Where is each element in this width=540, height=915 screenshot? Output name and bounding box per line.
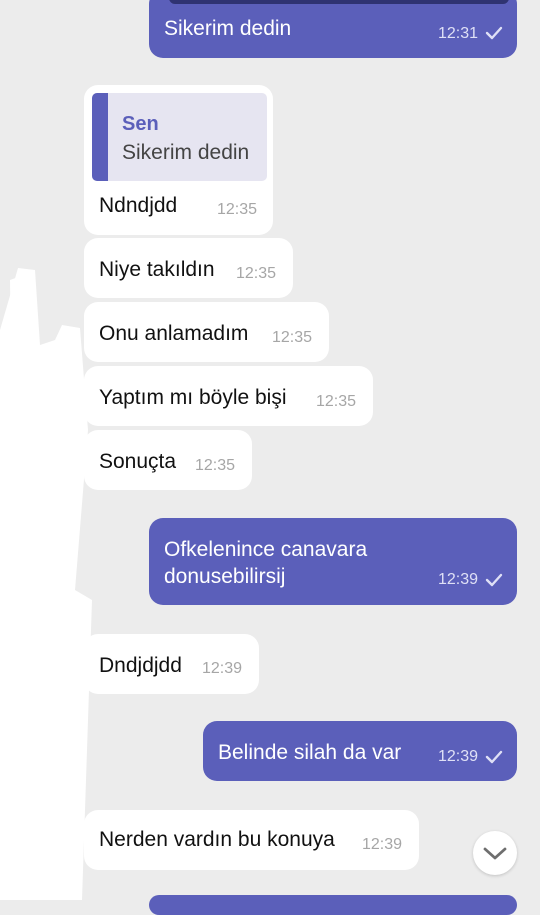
message-text-line: Ofkelenince canavara: [164, 538, 368, 561]
message-text: Nerden vardın bu konuya: [99, 828, 335, 851]
message-text-line: donusebilirsij: [164, 565, 286, 588]
message-time: 12:39: [438, 571, 479, 588]
message-time: 12:35: [217, 201, 258, 218]
message-time: 12:35: [272, 329, 313, 346]
message-text: Sikerim dedin: [164, 17, 292, 40]
reply-accent-bar: [92, 93, 108, 181]
message-text: Yaptım mı böyle bişi: [99, 386, 287, 409]
reply-author: Sen: [122, 113, 159, 135]
message-text: Dndjdjdd: [99, 654, 182, 677]
message-bubble-outgoing-partial[interactable]: [149, 895, 517, 915]
chevron-down-icon: [483, 847, 507, 860]
attachment-bar: [169, 0, 509, 4]
message-time: 12:35: [195, 457, 236, 474]
message-text: Onu anlamadım: [99, 322, 249, 345]
message-bubble-incoming[interactable]: Sonuçta 12:35: [84, 430, 252, 490]
message-text: Ndndjdd: [99, 194, 178, 217]
message-bubble-incoming[interactable]: Sen Sikerim dedin Ndndjdd 12:35: [84, 85, 273, 235]
message-time: 12:39: [438, 748, 479, 765]
message-time: 12:31: [438, 25, 479, 42]
message-bubble-outgoing[interactable]: Ofkelenince canavara donusebilirsij 12:3…: [149, 518, 517, 605]
check-icon: [485, 573, 503, 587]
message-bubble-incoming[interactable]: Yaptım mı böyle bişi 12:35: [84, 366, 373, 426]
check-icon: [485, 750, 503, 764]
check-icon: [485, 26, 503, 40]
message-time: 12:39: [362, 836, 403, 853]
message-bubble-outgoing[interactable]: Sikerim dedin 12:31: [149, 0, 517, 58]
message-text: Sonuçta: [99, 450, 177, 473]
message-bubble-incoming[interactable]: Nerden vardın bu konuya 12:39: [84, 810, 419, 870]
message-bubble-incoming[interactable]: Niye takıldın 12:35: [84, 238, 293, 298]
message-time: 12:35: [236, 265, 277, 282]
message-time: 12:35: [316, 393, 357, 410]
message-bubble-incoming[interactable]: Onu anlamadım 12:35: [84, 302, 329, 362]
message-text: Belinde silah da var: [218, 741, 402, 764]
message-text: Niye takıldın: [99, 258, 215, 281]
message-bubble-incoming[interactable]: Dndjdjdd 12:39: [84, 634, 259, 694]
reply-text: Sikerim dedin: [122, 141, 250, 164]
message-bubble-outgoing[interactable]: Belinde silah da var 12:39: [203, 721, 517, 781]
reply-quote[interactable]: Sen Sikerim dedin: [92, 93, 267, 181]
message-time: 12:39: [202, 660, 243, 677]
scroll-to-bottom-button[interactable]: [473, 831, 517, 875]
